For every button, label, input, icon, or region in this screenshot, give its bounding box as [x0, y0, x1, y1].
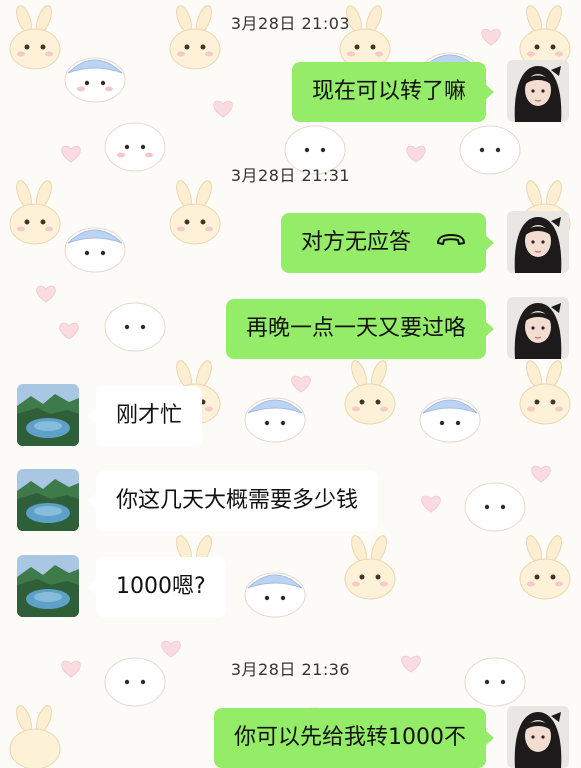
message-text: 1000嗯?: [116, 574, 206, 599]
message-text: 刚才忙: [116, 403, 183, 428]
bunny-icon: [9, 705, 61, 768]
cat-icon: [104, 302, 166, 352]
girl-portrait-icon: [507, 211, 569, 273]
my-avatar[interactable]: [507, 211, 569, 273]
message-text: 对方无应答: [300, 230, 411, 255]
girl-portrait-icon: [507, 297, 569, 359]
heart-icon: [59, 322, 79, 340]
cat-icon: [419, 397, 481, 443]
call-status-bubble[interactable]: 对方无应答: [280, 211, 495, 273]
my-message-bubble[interactable]: 再晚一点一天又要过咯: [225, 299, 495, 359]
phone-hangup-icon: [436, 211, 466, 271]
message-timestamp: 3月28日 21:31: [230, 166, 351, 185]
my-avatar[interactable]: [507, 60, 569, 122]
lake-landscape-icon: [17, 469, 79, 531]
heart-icon: [213, 100, 233, 118]
heart-icon: [531, 465, 551, 483]
bunny-icon: [519, 535, 571, 600]
heart-icon: [61, 145, 81, 163]
my-avatar[interactable]: [507, 297, 569, 359]
cat-icon: [244, 572, 306, 618]
contact-message-bubble[interactable]: 你这几天大概需要多少钱: [87, 471, 379, 531]
bunny-icon: [519, 360, 571, 425]
contact-message-bubble[interactable]: 刚才忙: [87, 386, 203, 446]
bunny-icon: [344, 535, 396, 600]
my-message-bubble[interactable]: 你可以先给我转1000不: [214, 708, 494, 768]
message-timestamp: 3月28日 21:03: [230, 14, 351, 33]
cat-icon: [64, 57, 126, 103]
message-text: 你这几天大概需要多少钱: [116, 488, 359, 513]
contact-avatar[interactable]: [17, 384, 79, 446]
my-avatar[interactable]: [507, 706, 569, 768]
bunny-icon: [344, 360, 396, 425]
cat-icon: [244, 397, 306, 443]
heart-icon: [36, 285, 56, 303]
heart-icon: [406, 145, 426, 163]
cat-icon: [464, 482, 526, 532]
contact-avatar[interactable]: [17, 469, 79, 531]
contact-avatar[interactable]: [17, 555, 79, 617]
message-text: 再晚一点一天又要过咯: [245, 316, 466, 341]
chat-wallpaper: [0, 0, 581, 768]
bunny-icon: [169, 180, 221, 245]
message-text: 现在可以转了嘛: [311, 79, 466, 104]
heart-icon: [421, 495, 441, 513]
message-timestamp: 3月28日 21:36: [230, 660, 351, 679]
message-text: 你可以先给我转1000不: [234, 725, 466, 750]
lake-landscape-icon: [17, 384, 79, 446]
cat-icon: [64, 227, 126, 273]
lake-landscape-icon: [17, 555, 79, 617]
girl-portrait-icon: [507, 706, 569, 768]
girl-portrait-icon: [507, 60, 569, 122]
contact-message-bubble[interactable]: 1000嗯?: [88, 557, 226, 617]
my-message-bubble[interactable]: 现在可以转了嘛: [291, 62, 495, 122]
